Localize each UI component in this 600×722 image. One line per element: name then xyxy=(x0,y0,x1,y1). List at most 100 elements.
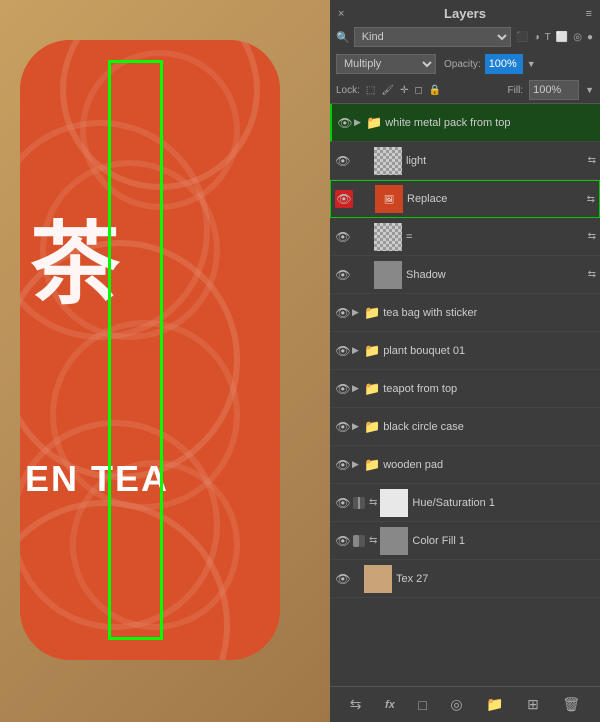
layer-thumb-replace: 🖼 xyxy=(375,185,403,213)
link-icon-replace: ⇆ xyxy=(587,194,595,205)
layer-item-black-circle[interactable]: 👁 ▶ 📁 black circle case xyxy=(330,408,600,446)
delete-layer-button[interactable]: 🗑 xyxy=(557,693,585,716)
filter-shape-icon[interactable]: ⬜ xyxy=(555,31,569,44)
new-group-button[interactable]: 📁 xyxy=(481,693,508,716)
layer-item-color-fill[interactable]: 👁 ⇆ Color Fill 1 xyxy=(330,522,600,560)
filter-pixel-icon[interactable]: ⬛ xyxy=(515,31,529,44)
visibility-toggle-wooden-pad[interactable]: 👁 xyxy=(334,456,352,474)
folder-icon-black-circle: 📁 xyxy=(364,419,380,435)
expand-arrow-tea-bag[interactable]: ▶ xyxy=(352,307,364,318)
visibility-toggle-black-circle[interactable]: 👁 xyxy=(334,418,352,436)
opacity-input[interactable] xyxy=(485,54,523,74)
layer-thumb-hue xyxy=(380,489,408,517)
selection-rectangle xyxy=(108,60,163,640)
layer-name-white-metal: white metal pack from top xyxy=(385,117,596,129)
lock-transform-icon[interactable]: ✛ xyxy=(400,85,408,96)
layer-thumb-tex xyxy=(364,565,392,593)
expand-arrow-plant[interactable]: ▶ xyxy=(352,345,364,356)
filter-type-icon[interactable]: T xyxy=(544,31,552,44)
visibility-toggle-tea-bag[interactable]: 👁 xyxy=(334,304,352,322)
layer-name-hue-sat: Hue/Saturation 1 xyxy=(412,497,596,509)
panel-footer: ⇆ fx □ ◎ 📁 ⊞ 🗑 xyxy=(330,686,600,722)
visibility-toggle-hue-sat[interactable]: 👁 xyxy=(334,494,352,512)
filter-kind-select[interactable]: Kind xyxy=(354,27,511,47)
expand-arrow-black-circle[interactable]: ▶ xyxy=(352,421,364,432)
visibility-toggle-replace[interactable]: 👁 xyxy=(335,190,353,208)
visibility-toggle-white-metal[interactable]: 👁 xyxy=(336,114,354,132)
filter-adjust-icon[interactable]: ◑ xyxy=(533,31,541,44)
fill-chevron[interactable]: ▼ xyxy=(585,85,594,95)
layer-item-teapot[interactable]: 👁 ▶ 📁 teapot from top xyxy=(330,370,600,408)
link-icon-hue: ⇆ xyxy=(369,497,377,508)
expand-arrow-wooden-pad[interactable]: ▶ xyxy=(352,459,364,470)
filter-icons: ⬛ ◑ T ⬜ ◎ ● xyxy=(515,31,594,44)
opacity-chevron[interactable]: ▼ xyxy=(527,59,536,69)
layer-item-unnamed[interactable]: 👁 = ⇆ xyxy=(330,218,600,256)
layer-name-color-fill: Color Fill 1 xyxy=(412,535,596,547)
folder-icon-tea-bag: 📁 xyxy=(364,305,380,321)
layer-name-unnamed: = xyxy=(406,231,585,243)
link-layers-button[interactable]: ⇆ xyxy=(345,693,367,716)
layer-name-shadow: Shadow xyxy=(406,269,585,281)
adjustment-icon-fill xyxy=(352,534,366,548)
layer-name-replace: Replace xyxy=(407,193,584,205)
layer-item-white-metal-pack[interactable]: 👁 ▶ 📁 white metal pack from top xyxy=(330,104,600,142)
expand-arrow-teapot[interactable]: ▶ xyxy=(352,383,364,394)
visibility-toggle-tex[interactable]: 👁 xyxy=(334,570,352,588)
visibility-toggle-teapot[interactable]: 👁 xyxy=(334,380,352,398)
blend-mode-select[interactable]: Multiply xyxy=(336,54,436,74)
new-layer-button[interactable]: ⊞ xyxy=(522,693,544,716)
layer-thumb-unnamed xyxy=(374,223,402,251)
panel-header: × Layers ≡ xyxy=(330,0,600,23)
folder-icon-plant: 📁 xyxy=(364,343,380,359)
filter-smart-icon[interactable]: ◎ xyxy=(572,31,583,44)
link-icon-light: ⇆ xyxy=(588,155,596,166)
fill-input[interactable] xyxy=(529,80,579,100)
layer-item-light[interactable]: 👁 light ⇆ xyxy=(330,142,600,180)
layer-name-black-circle: black circle case xyxy=(383,421,596,433)
lock-transparent-icon[interactable]: ⬚ xyxy=(366,85,375,96)
fx-button[interactable]: fx xyxy=(380,696,400,714)
layer-item-replace[interactable]: 👁 🖼 Replace ⇆ xyxy=(330,180,600,218)
expand-arrow[interactable]: ▶ xyxy=(354,117,366,128)
layers-list[interactable]: 👁 ▶ 📁 white metal pack from top 👁 light … xyxy=(330,104,600,686)
layers-panel: × Layers ≡ 🔍 Kind ⬛ ◑ T ⬜ ◎ ● Multiply O… xyxy=(330,0,600,722)
layer-name-light: light xyxy=(406,155,585,167)
layer-name-tea-bag: tea bag with sticker xyxy=(383,307,596,319)
visibility-toggle-light[interactable]: 👁 xyxy=(334,152,352,170)
filter-toggle-icon[interactable]: ● xyxy=(586,31,594,44)
panel-menu-button[interactable]: ≡ xyxy=(586,8,592,20)
layer-item-wooden-pad[interactable]: 👁 ▶ 📁 wooden pad xyxy=(330,446,600,484)
fill-label: Fill: xyxy=(508,85,524,96)
new-adjustment-button[interactable]: ◎ xyxy=(445,693,467,716)
layer-thumb-fill xyxy=(380,527,408,555)
lock-artboard-icon[interactable]: ◻ xyxy=(414,85,422,96)
panel-title: Layers xyxy=(444,6,486,21)
link-icon-fill: ⇆ xyxy=(369,535,377,546)
layer-thumb-shadow xyxy=(374,261,402,289)
lock-brush-icon[interactable]: 🖌 xyxy=(381,85,394,96)
adjustment-icon-hue xyxy=(352,496,366,510)
visibility-toggle-plant[interactable]: 👁 xyxy=(334,342,352,360)
layer-item-shadow[interactable]: 👁 Shadow ⇆ xyxy=(330,256,600,294)
opacity-label: Opacity: xyxy=(444,59,481,70)
canvas-area: 茶 EN TEA xyxy=(0,0,330,722)
link-icon-shadow: ⇆ xyxy=(588,269,596,280)
close-button[interactable]: × xyxy=(338,8,344,20)
folder-icon: 📁 xyxy=(366,115,382,131)
add-mask-button[interactable]: □ xyxy=(413,694,431,716)
layer-thumb-light xyxy=(374,147,402,175)
layer-name-plant: plant bouquet 01 xyxy=(383,345,596,357)
layer-item-tea-bag[interactable]: 👁 ▶ 📁 tea bag with sticker xyxy=(330,294,600,332)
folder-icon-wooden-pad: 📁 xyxy=(364,457,380,473)
layer-item-hue-sat[interactable]: 👁 ⇆ Hue/Saturation 1 xyxy=(330,484,600,522)
visibility-toggle-color-fill[interactable]: 👁 xyxy=(334,532,352,550)
layer-name-teapot: teapot from top xyxy=(383,383,596,395)
lock-all-icon[interactable]: 🔒 xyxy=(429,85,441,96)
visibility-toggle-shadow[interactable]: 👁 xyxy=(334,266,352,284)
layer-item-tex-27[interactable]: 👁 Tex 27 xyxy=(330,560,600,598)
link-icon-unnamed: ⇆ xyxy=(588,231,596,242)
visibility-toggle-unnamed[interactable]: 👁 xyxy=(334,228,352,246)
layer-item-plant-bouquet[interactable]: 👁 ▶ 📁 plant bouquet 01 xyxy=(330,332,600,370)
layer-name-wooden-pad: wooden pad xyxy=(383,459,596,471)
